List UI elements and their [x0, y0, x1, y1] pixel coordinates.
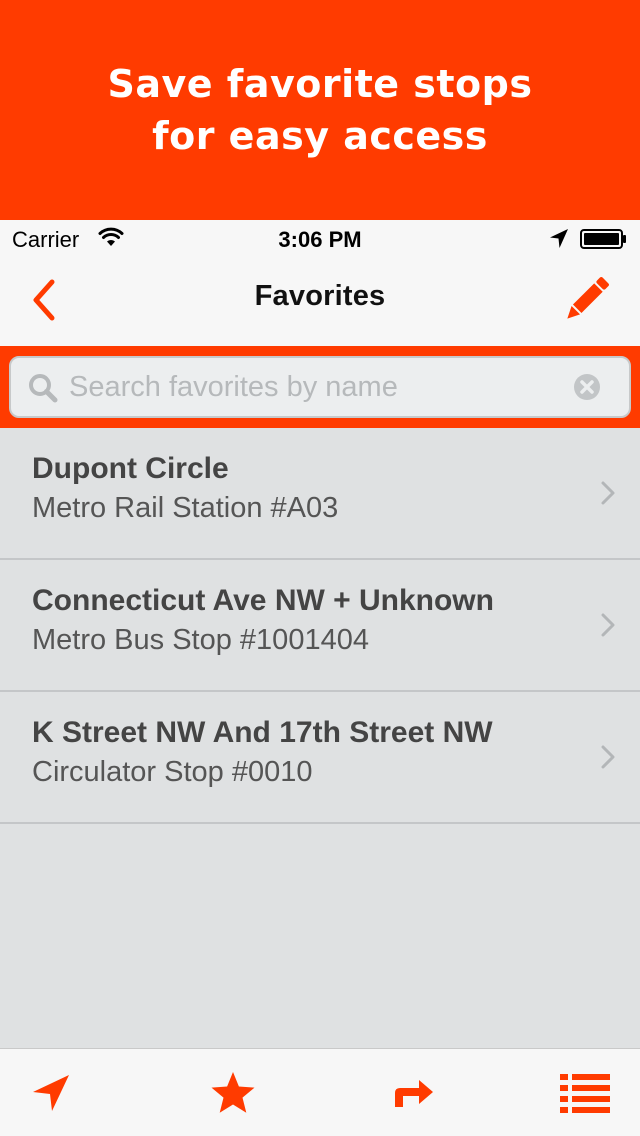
search-input[interactable]	[69, 366, 569, 408]
list-icon	[560, 1074, 610, 1113]
promo-banner: Save favorite stops for easy access	[0, 0, 640, 220]
chevron-right-icon	[600, 744, 616, 775]
stop-subtitle: Metro Bus Stop #1001404	[32, 624, 369, 656]
tab-nearby[interactable]	[24, 1067, 78, 1119]
clear-search-icon[interactable]	[573, 373, 601, 406]
favorites-list: Dupont Circle Metro Rail Station #A03 Co…	[0, 428, 640, 824]
stop-name: Dupont Circle	[32, 452, 229, 485]
navigation-bar: Favorites	[0, 260, 640, 346]
tab-directions[interactable]	[386, 1067, 440, 1119]
search-bar	[0, 346, 640, 428]
stop-subtitle: Metro Rail Station #A03	[32, 492, 339, 524]
battery-icon	[580, 229, 628, 249]
chevron-right-icon	[600, 480, 616, 511]
status-bar: Carrier 3:06 PM	[0, 220, 640, 260]
location-arrow-icon	[549, 228, 569, 256]
status-time: 3:06 PM	[278, 227, 362, 252]
list-item[interactable]: Connecticut Ave NW + Unknown Metro Bus S…	[0, 560, 640, 692]
pencil-icon	[567, 277, 609, 319]
stop-name: Connecticut Ave NW + Unknown	[32, 584, 494, 617]
chevron-right-icon	[600, 612, 616, 643]
tab-bar	[0, 1048, 640, 1136]
directions-arrow-icon	[395, 1080, 433, 1107]
list-item[interactable]: K Street NW And 17th Street NW Circulato…	[0, 692, 640, 824]
search-field	[9, 356, 631, 418]
search-icon	[27, 372, 59, 409]
list-item[interactable]: Dupont Circle Metro Rail Station #A03	[0, 428, 640, 560]
promo-line-1: Save favorite stops	[107, 62, 533, 106]
star-icon	[211, 1072, 255, 1113]
stop-name: K Street NW And 17th Street NW	[32, 716, 493, 749]
stop-subtitle: Circulator Stop #0010	[32, 756, 313, 788]
tab-list[interactable]	[558, 1067, 612, 1119]
edit-button[interactable]	[560, 276, 610, 326]
location-arrow-icon	[33, 1075, 69, 1111]
tab-favorites[interactable]	[206, 1067, 260, 1119]
promo-line-2: for easy access	[152, 114, 488, 158]
page-title: Favorites	[254, 280, 386, 312]
